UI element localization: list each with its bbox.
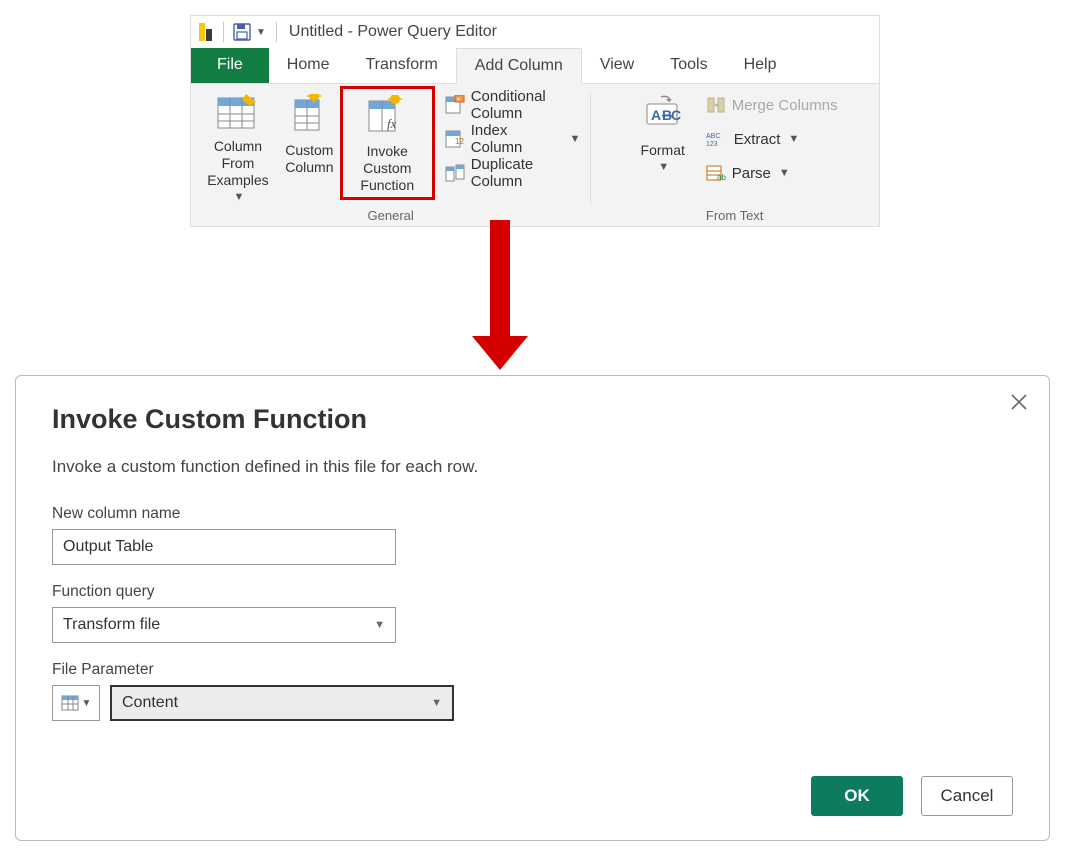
new-column-name-input[interactable] [52,529,396,565]
svg-text:123: 123 [706,141,718,148]
chevron-down-icon: ▼ [569,133,580,145]
index-column-icon: 12 [445,129,465,149]
group-label: General [197,206,584,226]
parse-button[interactable]: abc Parse ▼ [702,160,842,186]
button-label: Format [641,142,685,159]
dialog-description: Invoke a custom function defined in this… [52,457,1013,477]
button-label: Duplicate Column [471,156,581,190]
parse-icon: abc [706,164,726,182]
cancel-button[interactable]: Cancel [921,776,1013,816]
chevron-down-icon: ▼ [788,133,799,145]
window-title: Untitled - Power Query Editor [289,23,497,41]
tab-add-column[interactable]: Add Column [456,48,582,84]
chevron-down-icon: ▼ [233,189,244,206]
save-icon[interactable] [232,22,252,42]
tab-help[interactable]: Help [726,48,795,83]
file-parameter-label: File Parameter [52,661,1013,679]
svg-text:abc: abc [717,173,726,182]
button-label: Conditional Column [471,88,581,122]
select-value: Transform file [63,616,160,634]
button-label: Merge Columns [732,97,838,114]
table-icon [61,694,79,712]
chevron-down-icon: ▼ [374,619,385,631]
separator [223,22,224,42]
file-parameter-select[interactable]: Content ▼ [110,685,454,721]
svg-text:ABC: ABC [706,133,720,140]
ribbon-tabs: File Home Transform Add Column View Tool… [191,48,879,84]
svg-text:C: C [671,107,681,123]
button-label: Extract [734,131,781,148]
app-icon [197,21,215,43]
format-button[interactable]: A B C Format ▼ [628,88,698,200]
annotation-arrow [480,220,520,370]
svg-text:12: 12 [455,137,464,146]
merge-columns-icon [706,95,726,115]
custom-column-icon [287,92,331,136]
separator [276,22,277,42]
highlight-box: fx Invoke Custom Function [340,86,435,200]
tab-home[interactable]: Home [269,48,348,83]
button-label: Parse [732,165,771,182]
index-column-button[interactable]: 12 Index Column ▼ [441,126,585,152]
function-query-select[interactable]: Transform file ▼ [52,607,396,643]
group-label: From Text [596,206,873,226]
conditional-column-icon: ≠ [445,95,465,115]
power-query-editor-window: ▼ Untitled - Power Query Editor File Hom… [190,15,880,227]
ribbon-group-from-text: A B C Format ▼ [590,88,879,226]
button-label: Invoke Custom Function [343,143,432,194]
invoke-custom-function-icon: fx [365,93,409,137]
duplicate-column-button[interactable]: Duplicate Column [441,160,585,186]
tab-view[interactable]: View [582,48,652,83]
chevron-down-icon: ▼ [82,698,92,709]
extract-button[interactable]: ABC 123 Extract ▼ [702,126,842,152]
column-from-examples-icon [216,92,260,132]
duplicate-column-icon [445,163,465,183]
titlebar: ▼ Untitled - Power Query Editor [191,16,879,48]
ribbon-body: Column From Examples ▼ [191,84,879,226]
tab-file[interactable]: File [191,48,269,83]
format-icon: A B C [641,92,685,136]
button-label: Index Column [471,122,562,156]
button-label: Column From Examples [197,138,279,189]
ok-button[interactable]: OK [811,776,903,816]
chevron-down-icon: ▼ [658,159,669,176]
column-from-examples-button[interactable]: Column From Examples ▼ [197,88,279,200]
button-label: Custom Column [285,142,333,176]
invoke-custom-function-dialog: Invoke Custom Function Invoke a custom f… [15,375,1050,841]
svg-text:fx: fx [387,116,397,131]
merge-columns-button: Merge Columns [702,92,842,118]
close-icon[interactable] [1007,390,1031,414]
chevron-down-icon: ▼ [431,697,442,709]
dialog-title: Invoke Custom Function [52,404,1013,435]
custom-column-button[interactable]: Custom Column [279,88,340,200]
extract-icon: ABC 123 [706,130,728,148]
new-column-name-label: New column name [52,505,1013,523]
parameter-type-picker[interactable]: ▼ [52,685,100,721]
svg-text:A: A [651,107,661,123]
tab-transform[interactable]: Transform [347,48,455,83]
chevron-down-icon: ▼ [779,167,790,179]
invoke-custom-function-button[interactable]: fx Invoke Custom Function [343,89,432,197]
tab-tools[interactable]: Tools [652,48,725,83]
ribbon-group-general: Column From Examples ▼ [191,88,590,226]
conditional-column-button[interactable]: ≠ Conditional Column [441,92,585,118]
function-query-label: Function query [52,583,1013,601]
qat-dropdown-icon[interactable]: ▼ [256,27,266,38]
select-value: Content [122,694,178,712]
